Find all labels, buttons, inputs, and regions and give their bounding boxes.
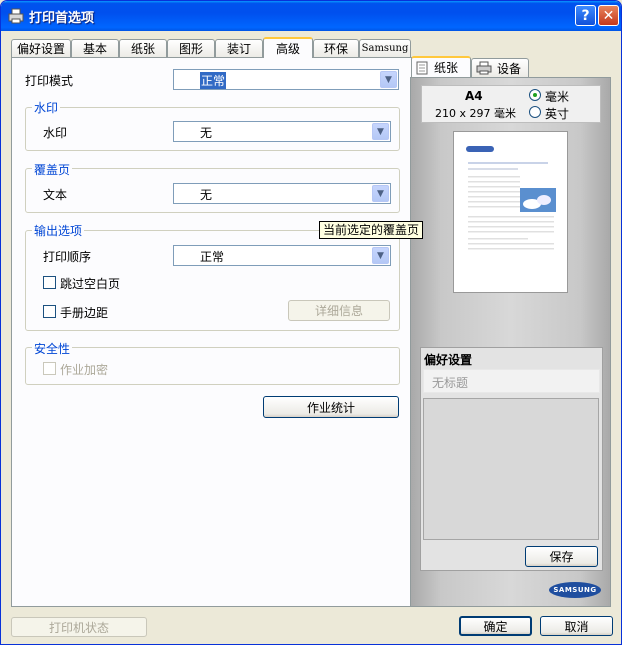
favorites-list[interactable] xyxy=(423,398,599,540)
print-order-value: 正常 xyxy=(200,250,225,264)
page-preview xyxy=(453,131,568,293)
printer-icon xyxy=(476,61,492,75)
tab-advanced[interactable]: 高级 xyxy=(263,37,313,58)
watermark-select[interactable]: 无 ▼ xyxy=(173,121,391,142)
print-order-label: 打印顺序 xyxy=(43,250,92,264)
unit-mm-radio[interactable] xyxy=(529,89,541,101)
skip-blank-pages-checkbox[interactable] xyxy=(43,276,56,289)
tab-preview-paper[interactable]: 纸张 xyxy=(411,56,471,77)
chevron-down-icon[interactable]: ▼ xyxy=(372,185,389,202)
chevron-down-icon[interactable]: ▼ xyxy=(372,247,389,264)
overlay-group-title: 覆盖页 xyxy=(32,161,73,178)
favorites-title: 偏好设置 xyxy=(424,353,473,367)
help-button[interactable]: ? xyxy=(575,5,596,26)
samsung-logo: SAMSUNG xyxy=(549,582,601,598)
print-preferences-window: 打印首选项 ? ✕ 偏好设置 基本 纸张 图形 装订 高级 环保 Samsung… xyxy=(0,0,622,645)
skip-blank-pages-label: 跳过空白页 xyxy=(60,277,121,291)
tab-preview-device[interactable]: 设备 xyxy=(471,58,529,77)
watermark-value: 无 xyxy=(200,126,213,140)
paper-dimensions: 210 x 297 毫米 xyxy=(435,107,516,120)
job-accounting-button[interactable]: 作业统计 xyxy=(263,396,399,418)
tab-graphics[interactable]: 图形 xyxy=(167,39,215,57)
tab-preferences[interactable]: 偏好设置 xyxy=(11,39,71,57)
booklet-margin-checkbox[interactable] xyxy=(43,305,56,318)
overlay-select[interactable]: 无 ▼ xyxy=(173,183,391,204)
overlay-value: 无 xyxy=(200,188,213,202)
paper-size: A4 xyxy=(465,89,483,103)
ok-button[interactable]: 确定 xyxy=(459,616,532,636)
close-button[interactable]: ✕ xyxy=(598,5,619,26)
title-bar[interactable]: 打印首选项 ? ✕ xyxy=(1,1,621,31)
unit-inch-label: 英寸 xyxy=(545,107,570,121)
job-encryption-label: 作业加密 xyxy=(60,363,109,377)
print-mode-select[interactable]: 正常 ▼ xyxy=(173,69,399,90)
print-order-select[interactable]: 正常 ▼ xyxy=(173,245,391,266)
tab-basic[interactable]: 基本 xyxy=(71,39,119,57)
page-preview-thumbnail xyxy=(466,146,556,250)
watermark-label: 水印 xyxy=(43,126,68,140)
print-mode-value: 正常 xyxy=(200,72,227,89)
page-icon xyxy=(416,61,428,74)
overlay-text-label: 文本 xyxy=(43,188,68,202)
chevron-down-icon[interactable]: ▼ xyxy=(380,71,397,88)
printer-icon xyxy=(8,8,24,24)
overlay-tooltip: 当前选定的覆盖页 xyxy=(319,221,424,239)
print-mode-label: 打印模式 xyxy=(25,74,74,88)
tab-finishing[interactable]: 装订 xyxy=(215,39,263,57)
security-group-title: 安全性 xyxy=(32,340,73,357)
window-title: 打印首选项 xyxy=(29,11,95,26)
tab-eco[interactable]: 环保 xyxy=(313,39,359,57)
favorites-placeholder: 无标题 xyxy=(432,376,469,390)
details-button[interactable]: 详细信息 xyxy=(288,300,390,321)
watermark-group-title: 水印 xyxy=(32,99,61,116)
cancel-button[interactable]: 取消 xyxy=(540,616,613,636)
tab-paper[interactable]: 纸张 xyxy=(119,39,167,57)
booklet-margin-label: 手册边距 xyxy=(60,306,109,320)
unit-inch-radio[interactable] xyxy=(529,106,541,118)
favorites-name-input[interactable]: 无标题 xyxy=(423,369,600,393)
unit-mm-label: 毫米 xyxy=(545,90,570,104)
job-encryption-checkbox[interactable] xyxy=(43,362,56,375)
output-options-group-title: 输出选项 xyxy=(32,222,85,239)
chevron-down-icon[interactable]: ▼ xyxy=(372,123,389,140)
printer-status-button[interactable]: 打印机状态 xyxy=(11,617,147,637)
tab-samsung[interactable]: Samsung xyxy=(359,39,411,57)
close-icon: ✕ xyxy=(602,7,615,24)
save-button[interactable]: 保存 xyxy=(525,546,598,567)
